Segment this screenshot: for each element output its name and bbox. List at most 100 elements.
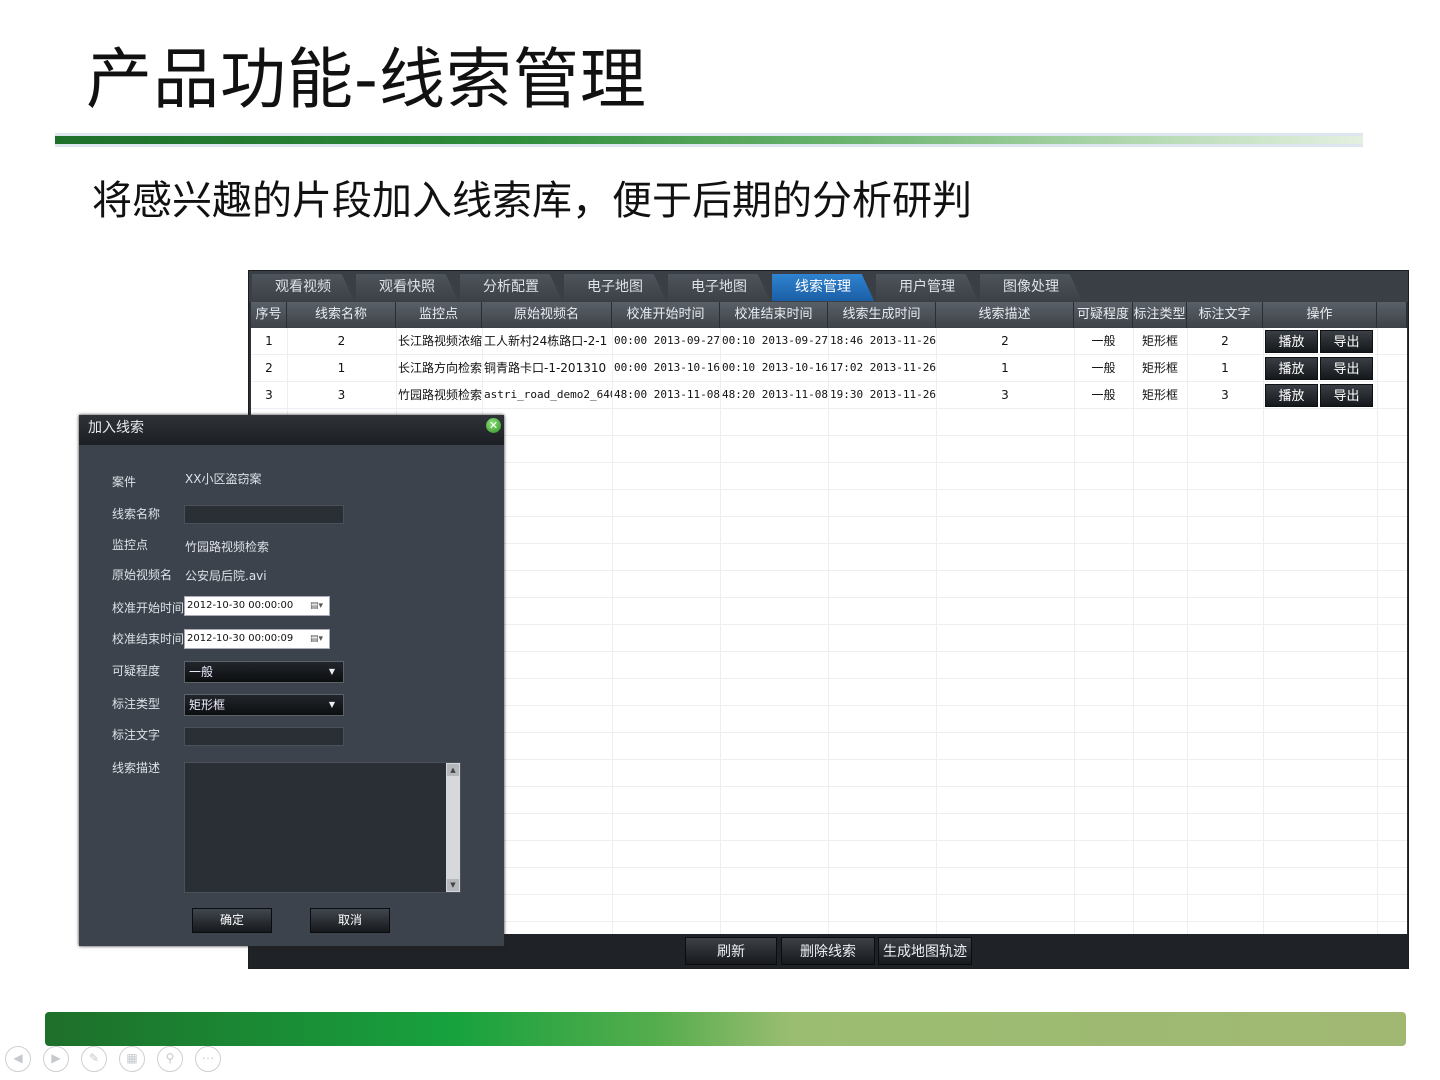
tab-clue-management[interactable]: 线索管理	[772, 274, 874, 301]
export-button[interactable]: 导出	[1320, 384, 1373, 407]
table-header: 序号 线索名称 监控点 原始视频名 校准开始时间 校准结束时间 线索生成时间 线…	[251, 302, 1407, 328]
start-time-picker[interactable]: 2012-10-30 00:00:00 ▤▾	[184, 596, 330, 616]
level-selected: 一般	[189, 665, 214, 679]
col-header-no[interactable]: 序号	[251, 302, 287, 328]
col-header-level[interactable]: 可疑程度	[1074, 302, 1133, 328]
col-header-desc[interactable]: 线索描述	[936, 302, 1074, 328]
chevron-down-icon: ▼	[328, 667, 335, 676]
col-header-filler	[1377, 302, 1407, 328]
tab-bar: 观看视频 观看快照 分析配置 电子地图 电子地图 线索管理 用户管理 图像处理	[249, 271, 1408, 302]
col-header-camera[interactable]: 监控点	[396, 302, 482, 328]
col-header-mark-text[interactable]: 标注文字	[1187, 302, 1263, 328]
col-header-end[interactable]: 校准结束时间	[720, 302, 828, 328]
export-button[interactable]: 导出	[1320, 357, 1373, 380]
col-header-mark-type[interactable]: 标注类型	[1133, 302, 1187, 328]
mark-type-selected: 矩形框	[189, 698, 226, 712]
refresh-button[interactable]: 刷新	[685, 937, 777, 965]
col-header-video[interactable]: 原始视频名	[482, 302, 612, 328]
col-header-action[interactable]: 操作	[1263, 302, 1377, 328]
cell-name: 2	[337, 334, 346, 348]
table-row[interactable]: 3 3 竹园路视频检索 astri_road_demo2_640 2013-11…	[251, 382, 1407, 409]
zoom-icon[interactable]: ⚲	[157, 1046, 183, 1072]
cell-end: 2013-10-16 09:00:10	[720, 361, 828, 374]
title-underline	[55, 133, 1363, 147]
add-clue-dialog: 加入线索 ✕ 案件 XX小区盗窃案 线索名称 监控点 竹园路视频检索 原始视频名…	[79, 415, 504, 946]
slide-subtitle: 将感兴趣的片段加入线索库，便于后期的分析研判	[92, 178, 972, 224]
cell-desc: 1	[1001, 361, 1009, 375]
label-mark-text: 标注文字	[112, 728, 161, 742]
tab-user-management[interactable]: 用户管理	[876, 274, 978, 301]
dialog-title: 加入线索 ✕	[79, 415, 504, 445]
close-icon[interactable]: ✕	[486, 418, 501, 433]
play-button[interactable]: 播放	[1265, 384, 1318, 407]
scroll-up-icon[interactable]: ▲	[447, 764, 459, 776]
slides-icon[interactable]: ▦	[119, 1046, 145, 1072]
cell-mark-type: 矩形框	[1141, 361, 1178, 375]
cell-no: 1	[265, 334, 273, 348]
scrollbar[interactable]: ▲ ▼	[446, 763, 460, 892]
tab-watch-video[interactable]: 观看视频	[252, 274, 354, 301]
label-start-time: 校准开始时间	[112, 601, 185, 615]
calendar-icon[interactable]: ▤▾	[310, 633, 326, 645]
cell-level: 一般	[1091, 388, 1116, 402]
col-header-start[interactable]: 校准开始时间	[612, 302, 720, 328]
delete-clue-button[interactable]: 删除线索	[781, 937, 875, 965]
cell-camera: 长江路视频浓缩	[397, 334, 482, 348]
label-camera: 监控点	[112, 538, 149, 552]
table-row[interactable]: 1 2 长江路视频浓缩 工人新村24栋路口-2-1 2013-09-27 15:…	[251, 328, 1407, 355]
cell-no: 2	[265, 361, 273, 375]
cell-camera: 竹园路视频检索	[397, 388, 482, 402]
label-mark-type: 标注类型	[112, 697, 161, 711]
cell-mark-text: 1	[1221, 361, 1229, 375]
cell-level: 一般	[1091, 361, 1116, 375]
col-header-created[interactable]: 线索生成时间	[828, 302, 936, 328]
scroll-down-icon[interactable]: ▼	[447, 879, 459, 891]
next-icon[interactable]: ▶	[43, 1046, 69, 1072]
cell-mark-text: 3	[1221, 388, 1229, 402]
label-end-time: 校准结束时间	[112, 632, 185, 646]
value-camera: 竹园路视频检索	[185, 540, 270, 554]
title-underline-bar	[55, 136, 1363, 144]
slide-title: 产品功能-线索管理	[86, 41, 647, 118]
cell-mark-type: 矩形框	[1141, 334, 1178, 348]
prev-icon[interactable]: ◀	[5, 1046, 31, 1072]
more-icon[interactable]: ⋯	[195, 1046, 221, 1072]
tab-watch-snapshot[interactable]: 观看快照	[356, 274, 458, 301]
start-time-value: 2012-10-30 00:00:00	[187, 600, 294, 611]
value-case: XX小区盗窃案	[185, 472, 262, 486]
cell-no: 3	[265, 388, 273, 402]
play-button[interactable]: 播放	[1265, 357, 1318, 380]
dialog-title-text: 加入线索	[88, 420, 144, 436]
generate-map-track-button[interactable]: 生成地图轨迹	[878, 937, 972, 965]
end-time-picker[interactable]: 2012-10-30 00:00:09 ▤▾	[184, 629, 330, 649]
cell-end: 2013-09-27 15:00:10	[720, 334, 828, 347]
mark-type-select[interactable]: 矩形框 ▼	[184, 694, 344, 716]
tab-e-map[interactable]: 电子地图	[564, 274, 666, 301]
cell-desc: 3	[1001, 388, 1009, 402]
play-button[interactable]: 播放	[1265, 330, 1318, 353]
calendar-icon[interactable]: ▤▾	[310, 600, 326, 612]
cell-mark-text: 2	[1221, 334, 1229, 348]
cell-name: 1	[337, 361, 346, 375]
cell-start: 2013-10-16 09:00:00	[612, 361, 720, 374]
level-select[interactable]: 一般 ▼	[184, 661, 344, 683]
tab-analysis-config[interactable]: 分析配置	[460, 274, 562, 301]
table-row[interactable]: 2 1 长江路方向检索 铜青路卡口-1-201310 2013-10-16 09…	[251, 355, 1407, 382]
description-textarea[interactable]: ▲ ▼	[184, 762, 461, 893]
cell-name: 3	[337, 388, 346, 402]
col-header-name[interactable]: 线索名称	[287, 302, 396, 328]
cancel-button[interactable]: 取消	[310, 908, 390, 933]
label-clue-name: 线索名称	[112, 507, 161, 521]
mark-text-input[interactable]	[184, 727, 344, 746]
cell-video: astri_road_demo2_640	[484, 388, 612, 401]
label-case: 案件	[112, 475, 137, 489]
tab-e-map-2[interactable]: 电子地图	[668, 274, 770, 301]
cell-video: 工人新村24栋路口-2-1	[484, 334, 608, 348]
label-level: 可疑程度	[112, 664, 161, 678]
tab-image-processing[interactable]: 图像处理	[980, 274, 1082, 301]
export-button[interactable]: 导出	[1320, 330, 1373, 353]
clue-name-input[interactable]	[184, 505, 344, 524]
cell-end: 2013-11-08 10:48:20	[720, 388, 828, 401]
pen-icon[interactable]: ✎	[81, 1046, 107, 1072]
confirm-button[interactable]: 确定	[192, 908, 272, 933]
